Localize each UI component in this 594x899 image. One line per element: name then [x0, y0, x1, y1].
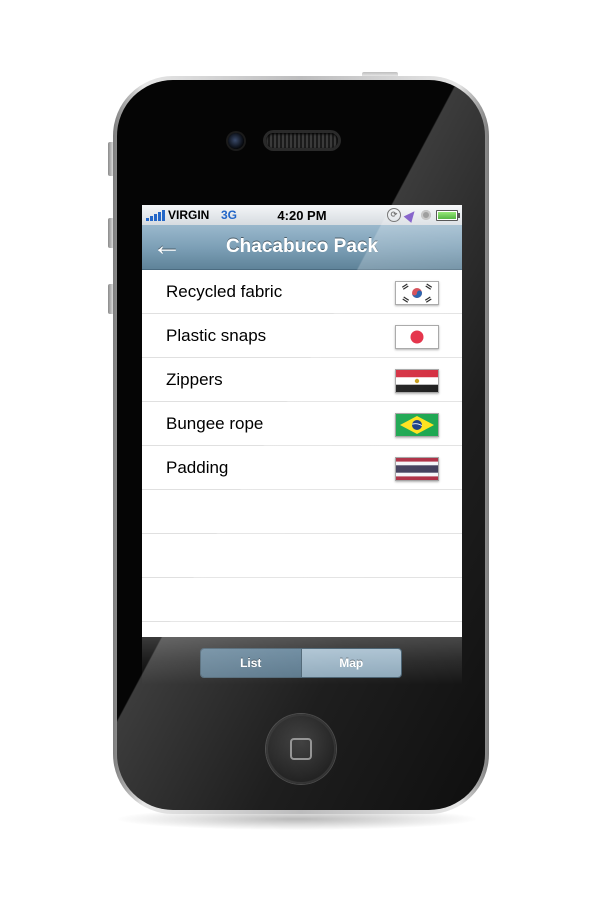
empty-list-row: [142, 578, 462, 622]
status-bar: VIRGIN 3G 4:20 PM ⟳: [142, 205, 462, 225]
navigation-bar: Chacabuco Pack ←: [142, 225, 462, 270]
list-item[interactable]: Plastic snaps: [142, 314, 462, 358]
location-arrow-icon: [403, 207, 419, 223]
earpiece-speaker: [266, 133, 338, 148]
home-square-icon: [290, 738, 312, 760]
list-item-label: Plastic snaps: [166, 326, 267, 345]
list-item-label: Bungee rope: [166, 414, 264, 433]
alarm-icon: [421, 210, 431, 220]
list-item-label: Zippers: [166, 370, 223, 389]
list-item[interactable]: Recycled fabric: [142, 270, 462, 314]
phone-body: VIRGIN 3G 4:20 PM ⟳ Chacabuco Pack ← Rec…: [117, 80, 485, 810]
list-item-label: Recycled fabric: [166, 282, 283, 301]
list-item[interactable]: Zippers: [142, 358, 462, 402]
device-stage: VIRGIN 3G 4:20 PM ⟳ Chacabuco Pack ← Rec…: [0, 0, 594, 899]
view-segmented-control: List Map: [200, 648, 402, 678]
status-icons: ⟳: [387, 207, 460, 223]
list-item[interactable]: Bungee rope: [142, 402, 462, 446]
list-item-label: Padding: [166, 458, 229, 477]
back-button[interactable]: ←: [152, 231, 192, 261]
rotation-lock-icon: ⟳: [387, 208, 401, 222]
back-arrow-icon: ←: [152, 229, 182, 262]
empty-list-row: [142, 490, 462, 534]
battery-icon: [436, 209, 460, 221]
segment-map[interactable]: Map: [301, 649, 401, 677]
screen: VIRGIN 3G 4:20 PM ⟳ Chacabuco Pack ← Rec…: [142, 205, 462, 685]
flag-icon: [395, 457, 439, 481]
list-item[interactable]: Padding: [142, 446, 462, 490]
front-camera: [228, 133, 244, 149]
flag-icon: [395, 413, 439, 437]
home-button[interactable]: [266, 714, 336, 784]
segment-list[interactable]: List: [201, 649, 302, 677]
flag-icon: [395, 325, 439, 349]
empty-list-row: [142, 534, 462, 578]
flag-icon: [395, 281, 439, 305]
component-list: Recycled fabric Plastic snaps Zippers Bunge…: [142, 270, 462, 622]
flag-icon: [395, 369, 439, 393]
battery-level: [438, 211, 456, 219]
bottom-toolbar: List Map: [142, 637, 462, 685]
